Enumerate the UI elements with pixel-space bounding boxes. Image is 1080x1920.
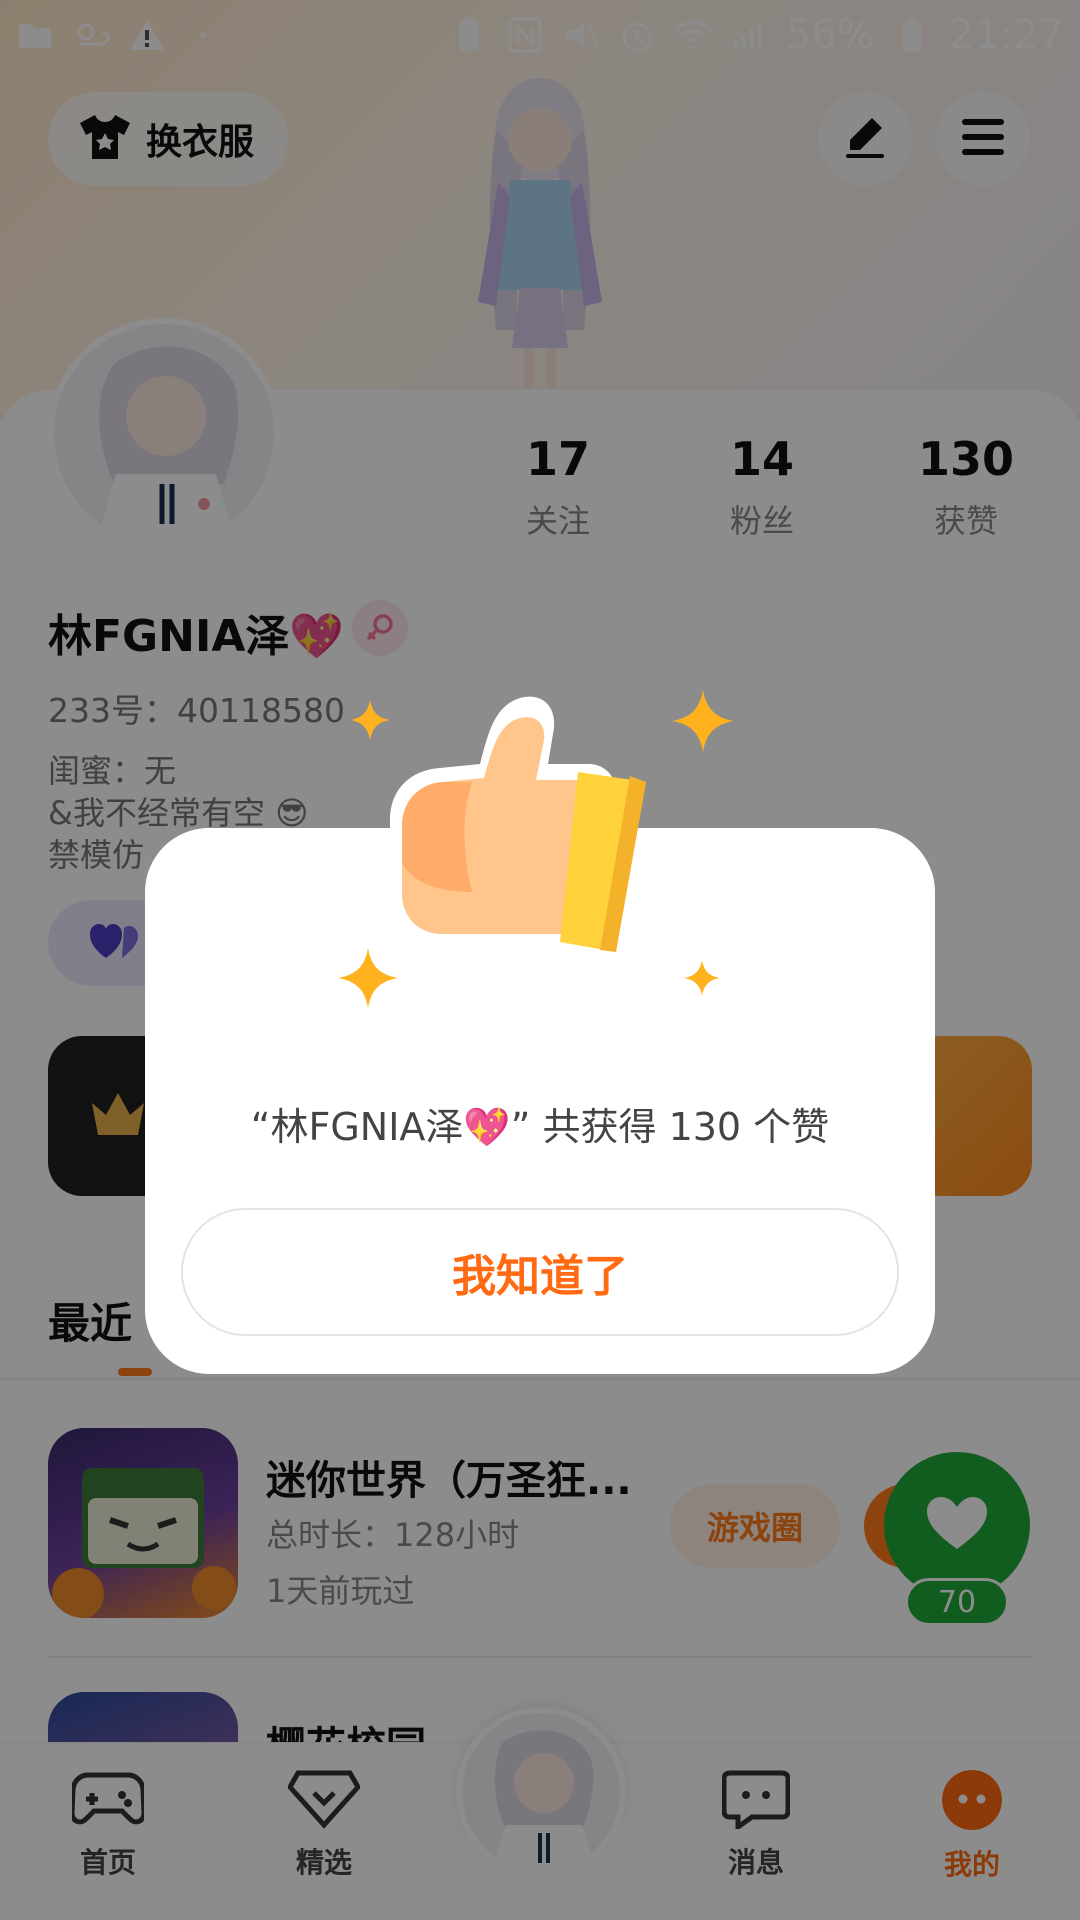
dialog-message: “林FGNIA泽💖” 共获得 130 个赞	[250, 1105, 830, 1149]
got-it-button[interactable]: 我知道了	[181, 1208, 899, 1336]
sparkle-icon	[350, 700, 390, 744]
sparkle-icon	[672, 690, 734, 756]
sparkle-icon	[338, 948, 398, 1012]
sparkle-icon	[684, 960, 720, 1000]
